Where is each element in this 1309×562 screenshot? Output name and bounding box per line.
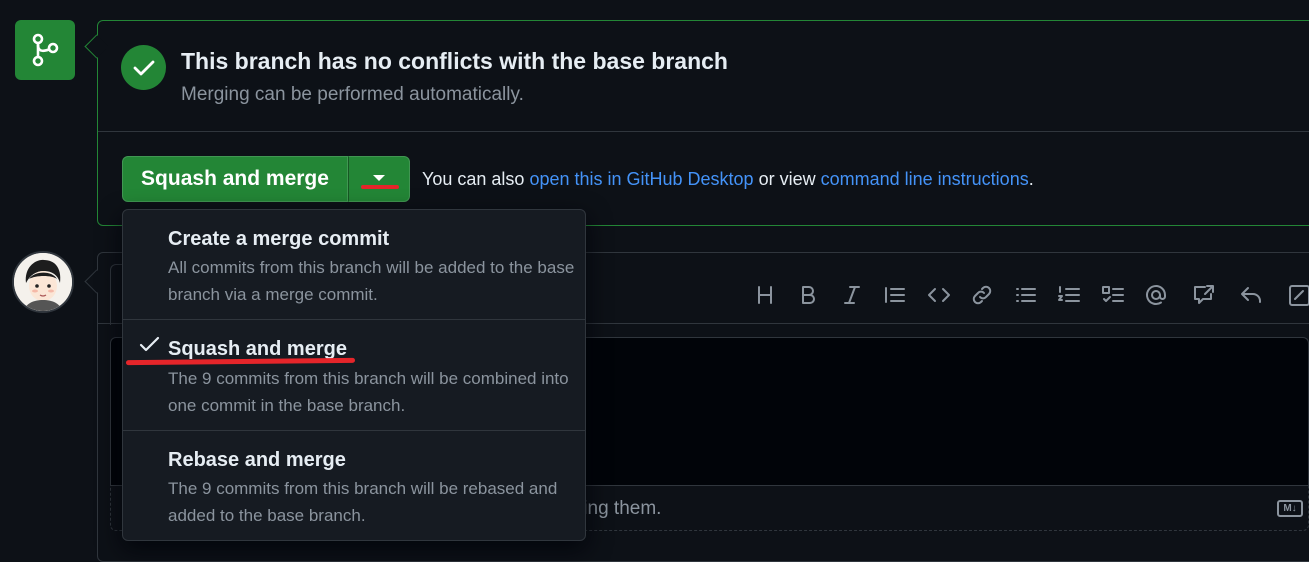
bold-icon[interactable] bbox=[794, 281, 822, 309]
git-merge-icon bbox=[32, 33, 59, 67]
quote-icon[interactable] bbox=[881, 281, 909, 309]
hint-prefix: You can also bbox=[422, 169, 525, 189]
menu-item-title: Create a merge commit bbox=[168, 228, 390, 250]
menu-item-description: All commits from this branch will be add… bbox=[168, 258, 575, 304]
saved-reply-icon[interactable] bbox=[1237, 281, 1265, 309]
menu-item-description: The 9 commits from this branch will be c… bbox=[168, 369, 569, 415]
git-merge-badge bbox=[15, 20, 75, 80]
annotation-underline-caret bbox=[361, 185, 399, 189]
task-list-icon[interactable] bbox=[1099, 281, 1127, 309]
unordered-list-icon[interactable] bbox=[1012, 281, 1040, 309]
hint-or-view: or view bbox=[758, 169, 816, 189]
fullscreen-icon[interactable] bbox=[1285, 281, 1309, 309]
ordered-list-icon[interactable] bbox=[1055, 281, 1083, 309]
merge-method-dropdown-toggle[interactable] bbox=[348, 156, 410, 202]
link-icon[interactable] bbox=[968, 281, 996, 309]
avatar[interactable] bbox=[12, 251, 74, 313]
check-icon bbox=[139, 336, 160, 352]
mention-icon[interactable] bbox=[1142, 281, 1170, 309]
divider bbox=[98, 131, 1309, 132]
attach-hint-text: ting them. bbox=[578, 498, 662, 519]
avatar-illustration bbox=[14, 253, 72, 311]
squash-and-merge-button[interactable]: Squash and merge bbox=[122, 156, 348, 202]
alternative-merge-hint: You can also open this in GitHub Desktop… bbox=[422, 169, 1034, 190]
menu-item-description: The 9 commits from this branch will be r… bbox=[168, 479, 558, 525]
open-in-desktop-link[interactable]: open this in GitHub Desktop bbox=[529, 169, 753, 189]
merge-status-title: This branch has no conflicts with the ba… bbox=[181, 48, 728, 74]
cross-reference-icon[interactable] bbox=[1190, 281, 1218, 309]
merge-status-subtitle: Merging can be performed automatically. bbox=[181, 84, 524, 105]
menu-item-title: Rebase and merge bbox=[168, 449, 346, 471]
status-check-badge bbox=[121, 45, 166, 90]
hint-period: . bbox=[1028, 169, 1034, 189]
code-icon[interactable] bbox=[925, 281, 953, 309]
command-line-instructions-link[interactable]: command line instructions bbox=[821, 169, 1029, 189]
heading-icon[interactable] bbox=[751, 281, 779, 309]
markdown-icon: M↓ bbox=[1277, 500, 1303, 517]
italic-icon[interactable] bbox=[838, 281, 866, 309]
triangle-down-icon bbox=[373, 175, 385, 181]
check-icon bbox=[133, 60, 154, 75]
